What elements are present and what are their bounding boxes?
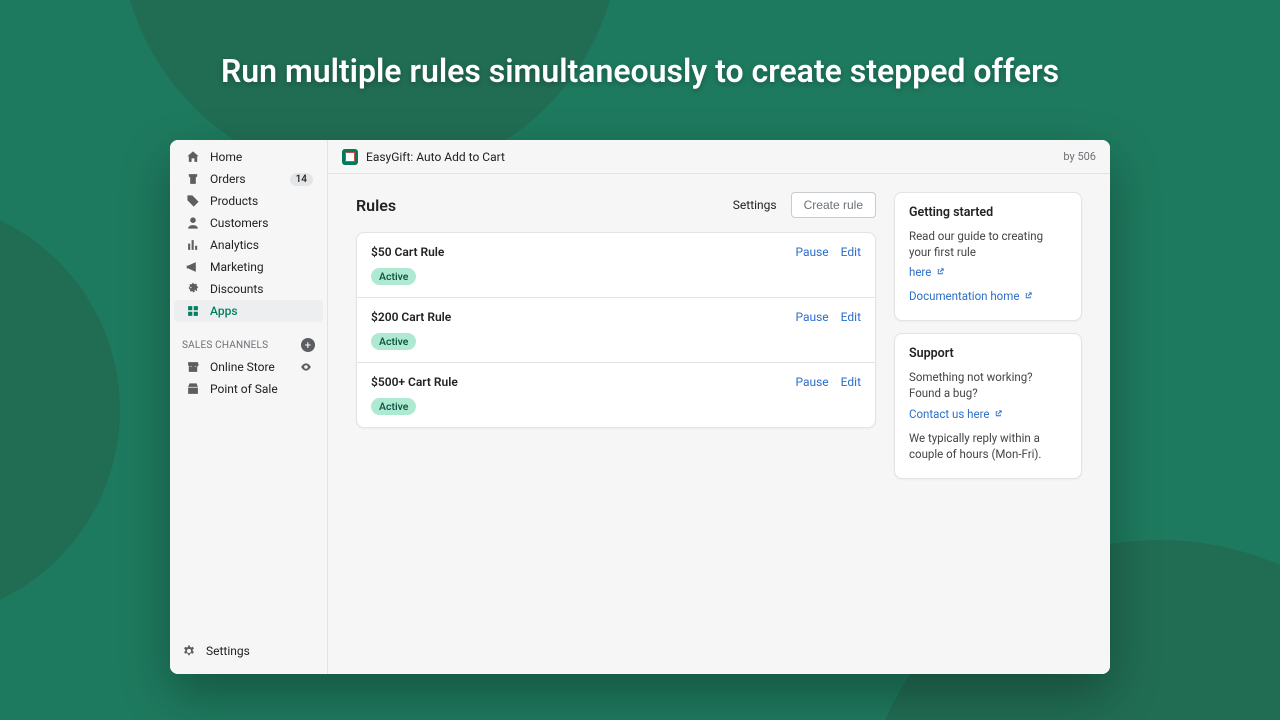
external-link-icon: [1024, 288, 1033, 297]
sidebar-item-apps[interactable]: Apps: [174, 300, 323, 322]
sidebar-item-home[interactable]: Home: [174, 146, 323, 168]
gear-icon: [182, 644, 196, 658]
create-rule-button[interactable]: Create rule: [791, 192, 876, 218]
rule-row: $200 Cart Rule Active Pause Edit: [357, 298, 875, 363]
sidebar-settings[interactable]: Settings: [182, 640, 315, 662]
home-icon: [186, 150, 200, 164]
rule-row: $500+ Cart Rule Active Pause Edit: [357, 363, 875, 427]
support-lead: Something not working? Found a bug?: [909, 369, 1067, 401]
sidebar-item-analytics[interactable]: Analytics: [174, 234, 323, 256]
sidebar-item-marketing[interactable]: Marketing: [174, 256, 323, 278]
app-logo-icon: [342, 149, 358, 165]
sidebar-item-label: Apps: [210, 304, 313, 318]
status-badge: Active: [371, 333, 416, 350]
edit-link[interactable]: Edit: [841, 375, 861, 389]
support-reply-note: We typically reply within a couple of ho…: [909, 430, 1067, 462]
rules-list: $50 Cart Rule Active Pause Edit $200 Car…: [356, 232, 876, 428]
person-icon: [186, 216, 200, 230]
sidebar-item-discounts[interactable]: Discounts: [174, 278, 323, 300]
hero-title: Run multiple rules simultaneously to cre…: [0, 52, 1280, 90]
apps-icon: [186, 304, 200, 318]
sidebar-item-label: Settings: [206, 644, 305, 658]
pause-link[interactable]: Pause: [795, 245, 828, 259]
sidebar-item-customers[interactable]: Customers: [174, 212, 323, 234]
external-link-icon: [936, 264, 945, 273]
sidebar-item-products[interactable]: Products: [174, 190, 323, 212]
megaphone-icon: [186, 260, 200, 274]
analytics-icon: [186, 238, 200, 252]
sidebar-item-orders[interactable]: Orders 14: [174, 168, 323, 190]
documentation-home-link[interactable]: Documentation home: [909, 289, 1033, 303]
discount-icon: [186, 282, 200, 296]
pos-icon: [186, 382, 200, 396]
topbar: EasyGift: Auto Add to Cart by 506: [328, 140, 1110, 174]
app-name: EasyGift: Auto Add to Cart: [366, 150, 505, 164]
app-frame: Home Orders 14 Products Customers Analyt…: [170, 140, 1110, 674]
rule-name: $50 Cart Rule: [371, 245, 795, 259]
sidebar: Home Orders 14 Products Customers Analyt…: [170, 140, 328, 674]
settings-link[interactable]: Settings: [733, 198, 777, 212]
sidebar-item-label: Home: [210, 150, 313, 164]
contact-us-link[interactable]: Contact us here: [909, 407, 1003, 421]
view-icon[interactable]: [299, 361, 313, 373]
rule-name: $200 Cart Rule: [371, 310, 795, 324]
status-badge: Active: [371, 268, 416, 285]
rule-name: $500+ Cart Rule: [371, 375, 795, 389]
getting-started-lead: Read our guide to creating your first ru…: [909, 229, 1043, 259]
rule-row: $50 Cart Rule Active Pause Edit: [357, 233, 875, 298]
external-link-icon: [994, 406, 1003, 415]
tag-icon: [186, 194, 200, 208]
add-channel-icon[interactable]: +: [301, 338, 315, 352]
getting-started-here-link[interactable]: here: [909, 265, 945, 279]
sidebar-item-label: Point of Sale: [210, 382, 313, 396]
getting-started-title: Getting started: [909, 205, 1067, 220]
sidebar-item-label: Discounts: [210, 282, 313, 296]
main: EasyGift: Auto Add to Cart by 506 Rules …: [328, 140, 1110, 674]
orders-icon: [186, 172, 200, 186]
support-card: Support Something not working? Found a b…: [894, 333, 1082, 478]
sidebar-item-label: Marketing: [210, 260, 313, 274]
page-title: Rules: [356, 196, 733, 215]
edit-link[interactable]: Edit: [841, 245, 861, 259]
store-icon: [186, 360, 200, 374]
pause-link[interactable]: Pause: [795, 375, 828, 389]
getting-started-card: Getting started Read our guide to creati…: [894, 192, 1082, 321]
sidebar-item-label: Products: [210, 194, 313, 208]
sidebar-channel-online-store[interactable]: Online Store: [174, 356, 323, 378]
orders-badge: 14: [290, 173, 313, 186]
sidebar-item-label: Analytics: [210, 238, 313, 252]
edit-link[interactable]: Edit: [841, 310, 861, 324]
sidebar-channel-pos[interactable]: Point of Sale: [174, 378, 323, 400]
status-badge: Active: [371, 398, 416, 415]
sidebar-item-label: Online Store: [210, 360, 289, 374]
sidebar-item-label: Orders: [210, 172, 280, 186]
pause-link[interactable]: Pause: [795, 310, 828, 324]
sales-channels-header: SALES CHANNELS +: [170, 328, 327, 356]
sales-channels-label: SALES CHANNELS: [182, 340, 268, 351]
sidebar-item-label: Customers: [210, 216, 313, 230]
support-title: Support: [909, 346, 1067, 361]
app-byline: by 506: [1063, 150, 1096, 163]
